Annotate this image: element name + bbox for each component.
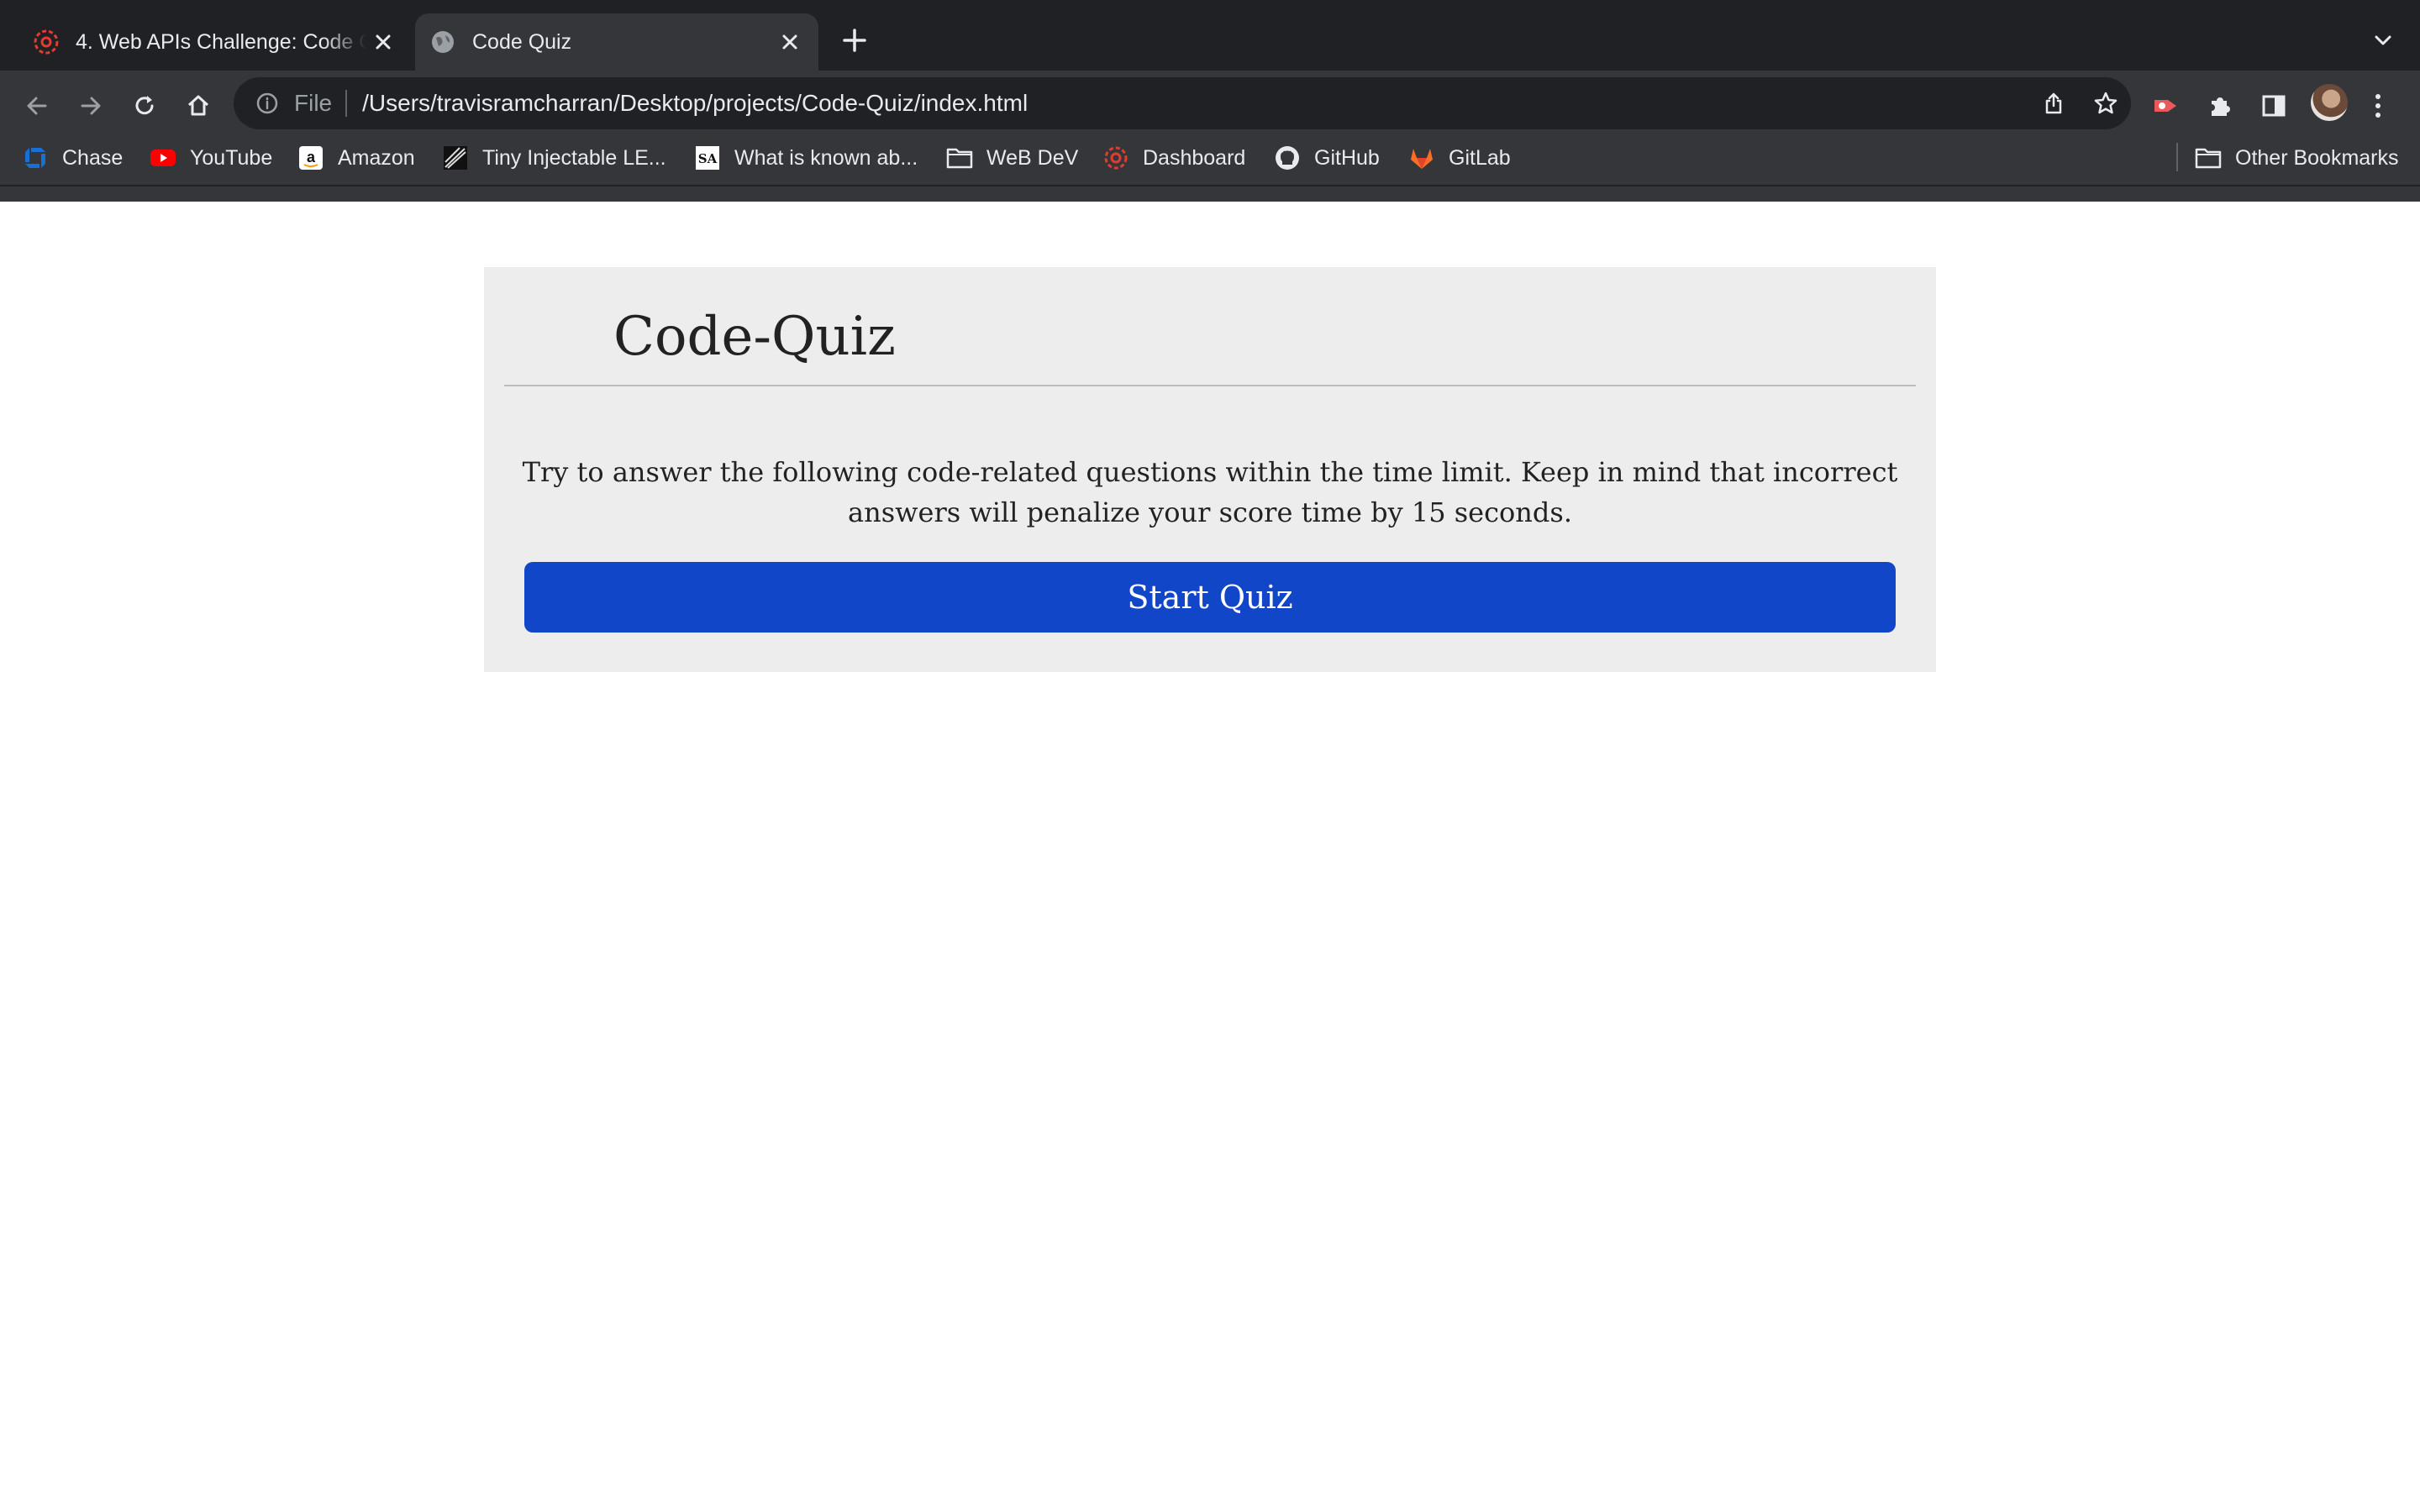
github-logo-icon — [1274, 144, 1301, 171]
gitlab-logo-icon — [1408, 144, 1435, 171]
other-bookmarks-folder[interactable]: Other Bookmarks — [2195, 134, 2399, 181]
bookmark-label: Other Bookmarks — [2235, 145, 2399, 170]
bookmark-github[interactable]: GitHub — [1274, 134, 1380, 181]
bookmark-label: YouTube — [190, 145, 273, 170]
url-text[interactable]: /Users/travisramcharran/Desktop/projects… — [362, 90, 1028, 117]
bookmark-tiny-injectable[interactable]: Tiny Injectable LE... — [442, 134, 666, 181]
title-divider — [504, 385, 1916, 386]
tab-title: 4. Web APIs Challenge: Code Quiz — [76, 29, 366, 54]
tab-strip: 4. Web APIs Challenge: Code Quiz Code Qu… — [0, 0, 2420, 71]
page-title: Code-Quiz — [613, 306, 896, 368]
svg-text:a: a — [307, 149, 316, 165]
bookmark-what-is-known[interactable]: SA What is known ab... — [694, 134, 918, 181]
tab-search-button[interactable] — [2368, 25, 2398, 55]
address-bar[interactable]: File /Users/travisramcharran/Desktop/pro… — [234, 77, 2131, 129]
quiz-instructions: Try to answer the following code-related… — [522, 456, 1898, 528]
site-info-icon[interactable] — [254, 90, 281, 117]
extensions-puzzle-icon[interactable] — [2196, 82, 2244, 129]
start-quiz-button[interactable]: Start Quiz — [524, 562, 1896, 633]
quiz-intro-card: Code-Quiz Try to answer the following co… — [484, 267, 1936, 672]
close-tab-icon[interactable] — [773, 25, 807, 59]
bookmark-chase[interactable]: Chase — [22, 134, 123, 181]
side-panel-icon[interactable] — [2250, 82, 2297, 129]
forward-button[interactable] — [67, 82, 114, 129]
page-thumb-icon — [442, 144, 469, 171]
menu-kebab-icon[interactable] — [2354, 82, 2402, 129]
youtube-logo-icon — [150, 144, 176, 171]
bookmark-label: WeB DeV — [986, 145, 1079, 170]
bookmark-label: Dashboard — [1143, 145, 1246, 170]
sa-logo-icon: SA — [694, 144, 721, 171]
tab-code-quiz[interactable]: Code Quiz — [415, 13, 818, 71]
plus-icon — [843, 29, 866, 52]
globe-icon — [432, 31, 454, 53]
bookmark-label: What is known ab... — [734, 145, 918, 170]
arrow-right-icon — [81, 97, 101, 115]
tab-web-apis-challenge[interactable]: 4. Web APIs Challenge: Code Quiz — [18, 13, 412, 71]
bookmark-label: Tiny Injectable LE... — [482, 145, 666, 170]
svg-text:SA: SA — [698, 151, 718, 166]
back-button[interactable] — [13, 82, 60, 129]
bookmark-amazon[interactable]: a Amazon — [297, 134, 415, 181]
bookmark-gitlab[interactable]: GitLab — [1408, 134, 1511, 181]
bookmark-youtube[interactable]: YouTube — [150, 134, 272, 181]
bookmark-label: Chase — [62, 145, 124, 170]
new-tab-button[interactable] — [838, 24, 871, 57]
bookmark-folder-web-dev[interactable]: WeB DeV — [946, 134, 1078, 181]
folder-icon — [2195, 144, 2222, 171]
divider — [345, 90, 348, 117]
bookmark-label: Amazon — [338, 145, 415, 170]
chevron-down-icon — [2375, 35, 2391, 45]
amazon-logo-icon: a — [297, 144, 324, 171]
toolbar-bottom-border — [0, 185, 2420, 186]
reload-button[interactable] — [121, 82, 168, 129]
bookmarks-divider — [2176, 143, 2178, 171]
chase-logo-icon — [22, 144, 49, 171]
profile-avatar[interactable] — [2311, 84, 2348, 121]
close-tab-icon[interactable] — [366, 25, 400, 59]
extension-recorder-icon[interactable] — [2143, 82, 2190, 129]
bookmark-star-icon[interactable] — [2089, 87, 2123, 120]
tab-title: Code Quiz — [472, 29, 572, 54]
folder-icon — [946, 144, 973, 171]
canvas-logo-icon — [34, 29, 59, 55]
share-icon[interactable] — [2037, 87, 2070, 120]
canvas-logo-icon — [1102, 144, 1129, 171]
arrow-left-icon — [27, 97, 47, 115]
home-icon — [187, 95, 209, 116]
bookmark-dashboard[interactable]: Dashboard — [1102, 134, 1245, 181]
home-button[interactable] — [175, 82, 222, 129]
reload-icon — [135, 96, 154, 115]
url-scheme-label: File — [294, 90, 333, 116]
bookmark-label: GitLab — [1449, 145, 1511, 170]
bookmark-label: GitHub — [1314, 145, 1380, 170]
